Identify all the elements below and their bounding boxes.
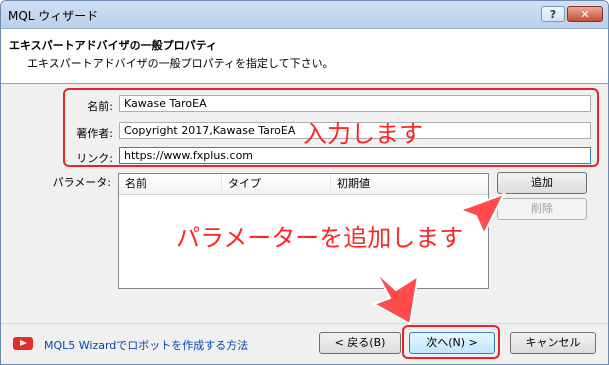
page-subtitle: エキスパートアドバイザの一般プロパティを指定して下さい。	[27, 57, 334, 70]
close-button[interactable]: ✕	[567, 6, 603, 22]
page-title: エキスパートアドバイザの一般プロパティ	[9, 39, 218, 52]
video-play-icon	[13, 337, 33, 350]
add-parameter-button[interactable]: 追加	[497, 172, 587, 194]
footer-divider	[1, 323, 608, 324]
parameters-label: パラメータ:	[52, 176, 111, 189]
arrow-to-next-button-icon	[371, 271, 420, 326]
arrow-to-add-button-icon	[457, 192, 507, 237]
cancel-button[interactable]: キャンセル	[510, 332, 596, 354]
add-params-annotation: パラメーターを追加します	[176, 224, 464, 252]
wizard-window: MQL ウィザード ? ✕ エキスパートアドバイザの一般プロパティ エキスパート…	[0, 0, 609, 365]
window-title: MQL ウィザード	[8, 9, 99, 23]
column-name[interactable]: 名前	[119, 174, 222, 194]
wizard-header: エキスパートアドバイザの一般プロパティ エキスパートアドバイザの一般プロパティを…	[1, 29, 608, 84]
column-type[interactable]: タイプ	[222, 174, 331, 194]
delete-parameter-button[interactable]: 削除	[497, 198, 587, 220]
back-button[interactable]: < 戻る(B)	[319, 332, 401, 354]
title-bar: MQL ウィザード ? ✕	[1, 1, 608, 29]
input-annotation: 入力します	[303, 120, 423, 148]
video-tutorial-link[interactable]: MQL5 Wizardでロボットを作成する方法	[44, 337, 248, 353]
next-highlight-frame	[402, 325, 500, 359]
help-button[interactable]: ?	[541, 6, 565, 22]
parameters-list-header: 名前 タイプ 初期値	[119, 174, 488, 195]
